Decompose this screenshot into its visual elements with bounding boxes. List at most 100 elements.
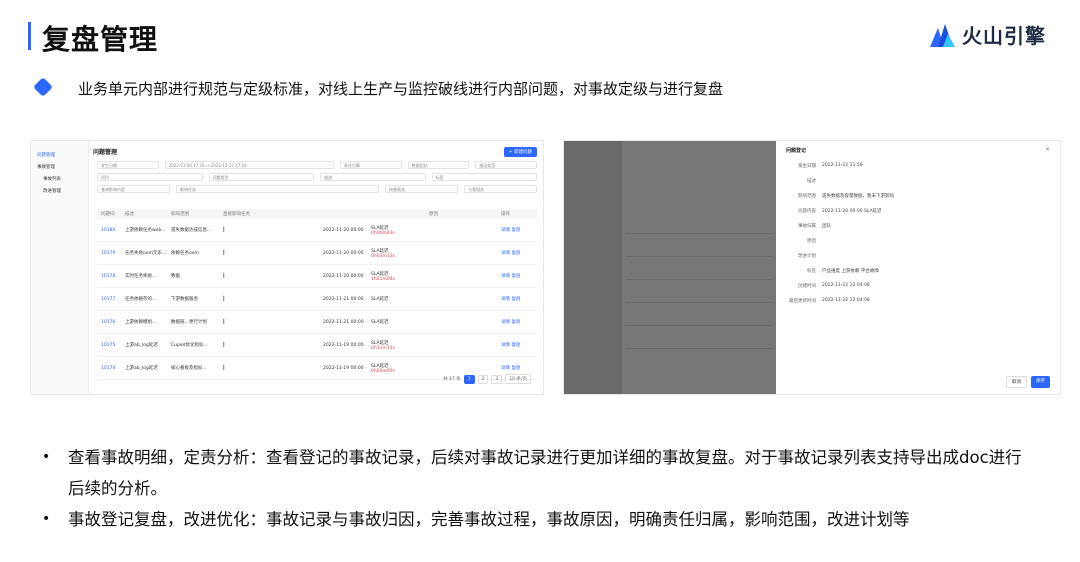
- incident-scope: Cuped优化指标...: [171, 343, 208, 348]
- impact-query[interactable]: 查询影响内容: [97, 185, 170, 193]
- table-row[interactable]: 10179 任务失败oom元乐... 依赖任务oom ▍ 2022-11-20 00:0…: [97, 242, 537, 265]
- detail-link[interactable]: 详情: [501, 320, 510, 325]
- table-row[interactable]: 10177 任务依赖存的... 下游数据服务 ▍ 2022-11-21 00:00 SLA…: [97, 288, 537, 311]
- incident-table: 问题ID 描述 影响范围 直接影响任务 原因 操作 10180 上游依赖任务web…: [97, 209, 537, 380]
- incident-time: 2022-11-20 00:00: [323, 227, 364, 233]
- drawer-field: 改进计划: [786, 253, 1050, 259]
- detail-link[interactable]: 详情: [501, 251, 510, 256]
- review-link[interactable]: 复盘: [511, 320, 520, 325]
- table-row[interactable]: 10175 上游ab_log延迟 Cuped优化指标... ▍ 2022-11-19 0…: [97, 334, 537, 357]
- incident-id-link[interactable]: 10176: [97, 320, 125, 325]
- detail-link[interactable]: 详情: [501, 228, 510, 233]
- page-size-select[interactable]: 10 条/页: [505, 374, 531, 384]
- incident-time: 2022-11-20 00:00: [323, 250, 364, 256]
- cancel-button[interactable]: 取消: [1006, 376, 1027, 388]
- page-1-button[interactable]: 1: [463, 374, 475, 384]
- field-value[interactable]: 2022-11-22 12:04:08: [822, 283, 870, 289]
- sidebar-item-incidents[interactable]: 事故管理: [31, 161, 88, 173]
- field-value[interactable]: 遗失数据及容量数据，暂未下游影响: [822, 193, 894, 199]
- bullet-text: 事故登记复盘，改进优化：事故记录与事故归因，完善事故过程，事故原因，明确责任归属…: [68, 510, 910, 529]
- register-drawer: 问题登记 ✕ 发生日期 2022-11-22 11:59 描述 影响范围 遗失数据及容量…: [776, 141, 1060, 394]
- owner-filter[interactable]: 责任归属: [339, 161, 402, 169]
- drawer-field: 最后更新时间 2022-11-22 12:04:08: [786, 298, 1050, 304]
- row-actions: 详情 复盘: [501, 365, 537, 371]
- field-value[interactable]: 2022-11-22 11:59: [822, 163, 863, 169]
- incident-list-screenshot: 问题管理 事故管理 事故列表 改进管理 问题管理 + 新建问题 发生日期 202…: [30, 140, 544, 395]
- incident-sla: SLA延迟 0h04m09s: [371, 363, 395, 374]
- sidebar-item-incident-list[interactable]: 事故列表: [31, 173, 88, 185]
- quick-filter[interactable]: 快捷筛选: [385, 185, 458, 193]
- brand-name: 火山引擎: [962, 24, 1046, 48]
- incident-id-link[interactable]: 10177: [97, 297, 125, 302]
- page-2-button[interactable]: 2: [477, 374, 489, 384]
- detail-link[interactable]: 详情: [501, 343, 510, 348]
- main-content: 问题管理 + 新建问题 发生日期 2022-11-04 17:16 → 2022…: [93, 147, 539, 390]
- field-value[interactable]: 产品维度 上游依赖 平台故障: [822, 268, 879, 274]
- date-range-picker[interactable]: 2022-11-04 17:16 → 2022-11-22 17:16: [164, 161, 334, 169]
- table-row[interactable]: 10176 上游依赖模组... 数据链、更行计划 ▍ 2022-11-21 00:00 S…: [97, 311, 537, 334]
- sidebar-item-issues[interactable]: 问题管理: [31, 149, 88, 161]
- col-reason: 原因: [429, 212, 438, 217]
- incident-id-link[interactable]: 10179: [97, 251, 125, 256]
- col-desc: 描述: [125, 212, 134, 217]
- row-actions: 详情 复盘: [501, 342, 537, 348]
- field-label: 影响范围: [798, 194, 816, 199]
- lead-bullet-icon: [33, 77, 53, 97]
- bullet-item: • 事故登记复盘，改进优化：事故记录与事故归因，完善事故过程，事故原因，明确责任…: [42, 504, 1032, 535]
- row-actions: 详情 复盘: [501, 250, 537, 256]
- field-label: 发生日期: [798, 164, 816, 169]
- table-row[interactable]: 10178 实时任务失败... 数据 ▍ 2022-11-20 00:00 SLA延迟 1h…: [97, 265, 537, 288]
- detail-link[interactable]: 详情: [501, 297, 510, 302]
- incident-sla: SLA延迟 0h00m43s: [371, 225, 395, 236]
- field-label: 描述: [807, 179, 816, 184]
- tag-filter[interactable]: 标签: [431, 173, 537, 181]
- mine-toggle[interactable]: 与我相关: [464, 185, 537, 193]
- title-accent-bar: [28, 22, 31, 50]
- sidebar-item-improvements[interactable]: 改进管理: [31, 185, 88, 197]
- review-link[interactable]: 复盘: [511, 251, 520, 256]
- impact-task-input[interactable]: 影响任务: [176, 185, 379, 193]
- incident-id-link[interactable]: 10175: [97, 343, 125, 348]
- page-3-button[interactable]: 3: [491, 374, 503, 384]
- save-button[interactable]: 保存: [1031, 376, 1050, 388]
- field-label: 问题内容: [798, 209, 816, 214]
- detail-link[interactable]: 详情: [501, 274, 510, 279]
- field-label: 标签: [807, 269, 816, 274]
- drawer-field: 描述: [786, 178, 1050, 184]
- issue-type-filter[interactable]: 问题类型: [208, 173, 314, 181]
- feature-bullets: • 查看事故明细，定责分析：查看登记的事故记录，后续对事故记录进行更加详细的事故…: [42, 442, 1032, 535]
- lead-text: 业务单元内部进行规范与定级标准，对线上生产与监控破线进行内部问题，对事故定级与进…: [78, 80, 724, 98]
- desc-filter[interactable]: 描述: [320, 173, 426, 181]
- new-issue-button[interactable]: + 新建问题: [503, 147, 537, 157]
- field-value[interactable]: 团队: [822, 223, 831, 229]
- review-link[interactable]: 复盘: [511, 274, 520, 279]
- review-link[interactable]: 复盘: [511, 228, 520, 233]
- row-actions: 详情 复盘: [501, 273, 537, 279]
- team-filter[interactable]: 数据团队: [407, 161, 470, 169]
- incident-id-link[interactable]: 10180: [97, 228, 125, 233]
- incident-task: ▍: [223, 250, 227, 256]
- incident-id-link[interactable]: 10174: [97, 366, 125, 371]
- root-cause-filter[interactable]: 根因类型: [475, 161, 538, 169]
- detail-link[interactable]: 详情: [501, 366, 510, 371]
- project-filter[interactable]: 项目: [97, 173, 203, 181]
- total-count: 共 47 条: [443, 377, 461, 382]
- review-link[interactable]: 复盘: [511, 343, 520, 348]
- incident-scope: 遗失数据达成信息...: [171, 228, 212, 233]
- field-value[interactable]: 2022-11-22 12:04:08: [822, 298, 870, 304]
- table-row[interactable]: 10180 上游依赖任务web... 遗失数据达成信息... ▍ 2022-11-20 …: [97, 219, 537, 242]
- incident-time: 2022-11-20 00:00: [323, 273, 364, 279]
- close-icon[interactable]: ✕: [1045, 146, 1050, 153]
- review-link[interactable]: 复盘: [511, 297, 520, 302]
- incident-sla: SLA延迟 0h11m11s: [371, 340, 395, 351]
- bullet-item: • 查看事故明细，定责分析：查看登记的事故记录，后续对事故记录进行更加详细的事故…: [42, 442, 1032, 504]
- incident-id-link[interactable]: 10178: [97, 274, 125, 279]
- review-link[interactable]: 复盘: [511, 366, 520, 371]
- field-value[interactable]: 2022-11-20 00:00 SLA延迟: [822, 208, 882, 214]
- incident-scope: 下游数据服务: [171, 297, 198, 302]
- incident-desc: 上游依赖任务web...: [125, 228, 166, 233]
- incident-time: 2022-11-19 00:00: [323, 342, 364, 348]
- page-title: 复盘管理: [42, 23, 159, 56]
- col-scope: 影响范围: [171, 212, 189, 217]
- incident-scope: 数据链、更行计划: [171, 320, 207, 325]
